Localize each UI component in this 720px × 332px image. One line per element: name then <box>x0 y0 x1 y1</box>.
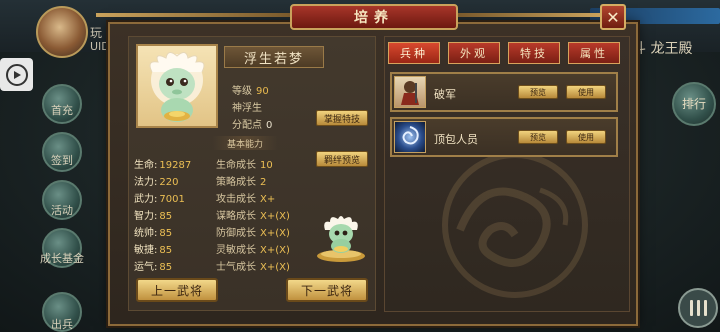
preview-button[interactable]: 预览 <box>518 85 558 99</box>
close-button[interactable]: ✕ <box>600 4 626 30</box>
points-value: 0 <box>266 120 273 131</box>
menu-button[interactable] <box>678 288 718 328</box>
hero-points: 分配点 0 <box>232 116 272 131</box>
title-ornament-right <box>458 13 600 17</box>
side-label-deploy: 出兵 <box>51 318 73 331</box>
growth-attack: 攻击成长 X+ <box>216 194 276 205</box>
hero-title-text: 神浮生 <box>232 103 262 114</box>
item-name: 顶包人员 <box>434 133 478 146</box>
tab-appearance[interactable]: 外观 <box>448 42 500 64</box>
hero-level: 等级 90 <box>232 82 269 97</box>
side-label-checkin: 签到 <box>51 154 73 167</box>
dragon-mascot-icon <box>149 52 205 122</box>
basic-ability-header: 基本能力 <box>212 136 278 150</box>
player-uid-label: UID <box>90 40 110 53</box>
stat-agility: 敏捷: 85 <box>134 245 173 256</box>
player-avatar[interactable] <box>36 6 88 58</box>
play-icon <box>5 63 28 86</box>
points-label: 分配点 <box>232 120 262 131</box>
next-general-button[interactable]: 下一武将 <box>286 278 368 302</box>
tab-attributes[interactable]: 属性 <box>568 42 620 64</box>
side-label-first-charge: 首充 <box>51 104 73 117</box>
player-name-label: 玩 <box>90 26 103 40</box>
hero-title: 神浮生 <box>232 99 262 114</box>
stat-force: 武力: 7001 <box>134 194 185 205</box>
growth-morale: 士气成长 X+(X) <box>216 262 290 273</box>
level-label: 等级 <box>232 86 252 97</box>
preview-button[interactable]: 预览 <box>518 130 558 144</box>
growth-scheme: 谋略成长 X+(X) <box>216 211 290 222</box>
stat-luck: 运气: 85 <box>134 262 173 273</box>
side-label-events: 活动 <box>51 204 73 217</box>
bond-preview-button[interactable]: 羁绊预览 <box>316 151 368 167</box>
use-button[interactable]: 使用 <box>566 130 606 144</box>
stat-leadership: 统帅: 85 <box>134 228 173 239</box>
menu-icon <box>689 300 693 316</box>
growth-strategy: 策略成长 2 <box>216 177 267 188</box>
title-ornament-left <box>96 13 290 17</box>
hero-name: 浮生若梦 <box>224 46 324 68</box>
warrior-icon <box>394 76 426 108</box>
master-skill-button[interactable]: 掌握特技 <box>316 110 368 126</box>
item-name: 破军 <box>434 88 456 101</box>
growth-agility: 灵敏成长 X+(X) <box>216 245 290 256</box>
mascot-figure <box>312 214 370 264</box>
dragon-emblem-icon <box>442 152 588 298</box>
panel-title: 培养 <box>290 4 458 30</box>
video-play-button[interactable] <box>0 58 33 91</box>
growth-defense: 防御成长 X+(X) <box>216 228 290 239</box>
dragon-figure-icon <box>317 216 365 262</box>
location-title: 斗 龙王殿 <box>632 41 693 57</box>
tab-skills[interactable]: 特技 <box>508 42 560 64</box>
ranking-label: 排行 <box>681 97 706 111</box>
close-icon: ✕ <box>606 7 620 27</box>
hero-portrait <box>136 44 218 128</box>
vortex-icon <box>394 121 426 153</box>
tab-troops[interactable]: 兵种 <box>388 42 440 64</box>
side-label-growth-fund: 成长基金 <box>40 252 84 265</box>
level-value: 90 <box>256 86 269 97</box>
use-button[interactable]: 使用 <box>566 85 606 99</box>
stat-hp: 生命: 19287 <box>134 160 192 171</box>
previous-general-button[interactable]: 上一武将 <box>136 278 218 302</box>
stat-intelligence: 智力: 85 <box>134 211 173 222</box>
stat-mana: 法力: 220 <box>134 177 179 188</box>
growth-hp: 生命成长 10 <box>216 160 273 171</box>
